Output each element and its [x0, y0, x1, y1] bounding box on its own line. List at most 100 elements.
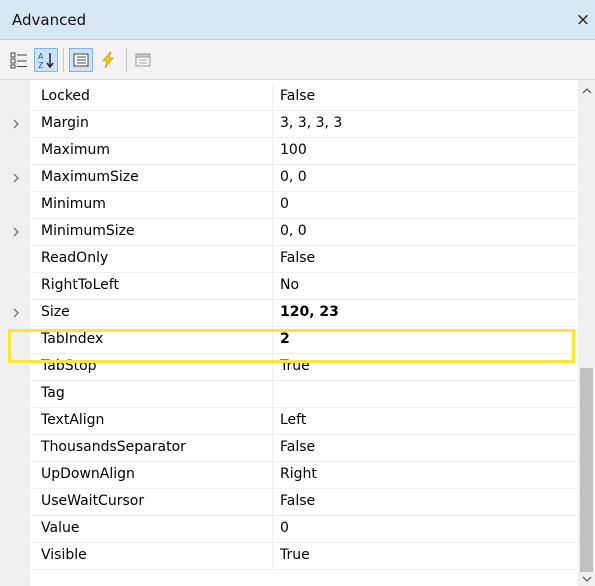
property-name: MinimumSize [41, 223, 135, 239]
property-row[interactable]: Minimum 0 [0, 192, 578, 219]
column-divider [272, 435, 273, 462]
property-row[interactable]: Size 120, 23 [0, 300, 578, 327]
properties-icon [73, 53, 89, 67]
property-value[interactable]: Left [280, 412, 306, 428]
property-grid: Locked False Margin 3, 3, 3, 3 Maximum 100 Max… [0, 80, 578, 586]
property-name: UpDownAlign [41, 466, 135, 482]
property-name: Locked [41, 88, 90, 104]
property-name: Value [41, 520, 80, 536]
column-divider [272, 300, 273, 327]
property-name: TabStop [41, 358, 97, 374]
property-value[interactable]: 3, 3, 3, 3 [280, 115, 342, 131]
property-row[interactable]: TabStop True [0, 354, 578, 381]
toolbar-separator [63, 48, 64, 72]
property-name: TextAlign [41, 412, 105, 428]
events-lightning-icon [102, 51, 114, 69]
property-row[interactable]: Maximum 100 [0, 138, 578, 165]
property-row[interactable]: TextAlign Left [0, 408, 578, 435]
sort-az-icon: A Z [38, 52, 54, 69]
close-button[interactable]: × [575, 10, 591, 30]
property-value[interactable]: 0 [280, 520, 289, 536]
property-name: Tag [41, 385, 65, 401]
property-row[interactable]: UpDownAlign Right [0, 462, 578, 489]
property-row[interactable]: Locked False [0, 84, 578, 111]
svg-text:A: A [38, 52, 44, 61]
chevron-right-icon [13, 308, 19, 318]
column-divider [272, 219, 273, 246]
column-divider [272, 543, 273, 570]
property-value[interactable]: 0, 0 [280, 169, 307, 185]
property-value[interactable]: False [280, 250, 315, 266]
property-value[interactable]: True [280, 547, 310, 563]
property-row[interactable]: UseWaitCursor False [0, 489, 578, 516]
property-name: Visible [41, 547, 87, 563]
property-row[interactable]: Visible True [0, 543, 578, 570]
property-value[interactable]: 2 [280, 331, 290, 347]
chevron-right-icon [13, 173, 19, 183]
property-value[interactable]: True [280, 358, 310, 374]
column-divider [272, 138, 273, 165]
property-value[interactable]: False [280, 88, 315, 104]
property-value[interactable]: False [280, 439, 315, 455]
column-divider [272, 165, 273, 192]
row-divider [30, 569, 578, 570]
column-divider [272, 192, 273, 219]
property-row[interactable]: ReadOnly False [0, 246, 578, 273]
expand-button[interactable] [9, 306, 23, 320]
alphabetical-button[interactable]: A Z [34, 48, 58, 72]
property-name: ThousandsSeparator [41, 439, 186, 455]
expand-button[interactable] [9, 225, 23, 239]
property-row[interactable]: ThousandsSeparator False [0, 435, 578, 462]
chevron-right-icon [13, 119, 19, 129]
expand-button[interactable] [9, 171, 23, 185]
vertical-scrollbar[interactable] [578, 80, 595, 586]
property-row[interactable]: TabIndex 2 [0, 327, 578, 354]
chevron-right-icon [13, 227, 19, 237]
property-value[interactable]: False [280, 493, 315, 509]
scroll-down-button[interactable] [578, 572, 595, 586]
property-value[interactable]: 0 [280, 196, 289, 212]
chevron-down-icon [582, 576, 591, 582]
property-value[interactable]: 100 [280, 142, 307, 158]
panel-title: Advanced [12, 11, 87, 29]
svg-text:Z: Z [38, 61, 44, 69]
events-button[interactable] [96, 48, 120, 72]
property-row[interactable]: Tag [0, 381, 578, 408]
scrollbar-thumb[interactable] [580, 368, 593, 572]
property-name: Minimum [41, 196, 106, 212]
property-name: Maximum [41, 142, 110, 158]
property-name: MaximumSize [41, 169, 139, 185]
column-divider [272, 462, 273, 489]
property-name: ReadOnly [41, 250, 109, 266]
column-divider [272, 327, 273, 354]
property-name: Margin [41, 115, 89, 131]
property-row[interactable]: Value 0 [0, 516, 578, 543]
property-name: TabIndex [41, 331, 104, 347]
property-row[interactable]: RightToLeft No [0, 273, 578, 300]
column-divider [272, 273, 273, 300]
property-pages-icon [135, 53, 151, 67]
property-value[interactable]: 0, 0 [280, 223, 307, 239]
toolbar-separator [126, 48, 127, 72]
property-name: Size [41, 304, 70, 320]
expand-button[interactable] [9, 117, 23, 131]
chevron-up-icon [582, 88, 591, 94]
column-divider [272, 111, 273, 138]
properties-button[interactable] [69, 48, 93, 72]
categorized-icon [10, 52, 27, 69]
categorized-button[interactable] [7, 48, 31, 72]
column-divider [272, 381, 273, 408]
column-divider [272, 246, 273, 273]
column-divider [272, 84, 273, 111]
property-value[interactable]: No [280, 277, 299, 293]
property-pages-button[interactable] [131, 48, 155, 72]
property-row[interactable]: MaximumSize 0, 0 [0, 165, 578, 192]
property-value[interactable]: 120, 23 [280, 304, 339, 320]
column-divider [272, 489, 273, 516]
column-divider [272, 354, 273, 381]
property-value[interactable]: Right [280, 466, 317, 482]
scroll-up-button[interactable] [578, 84, 595, 98]
property-row[interactable]: MinimumSize 0, 0 [0, 219, 578, 246]
property-name: RightToLeft [41, 277, 119, 293]
property-row[interactable]: Margin 3, 3, 3, 3 [0, 111, 578, 138]
